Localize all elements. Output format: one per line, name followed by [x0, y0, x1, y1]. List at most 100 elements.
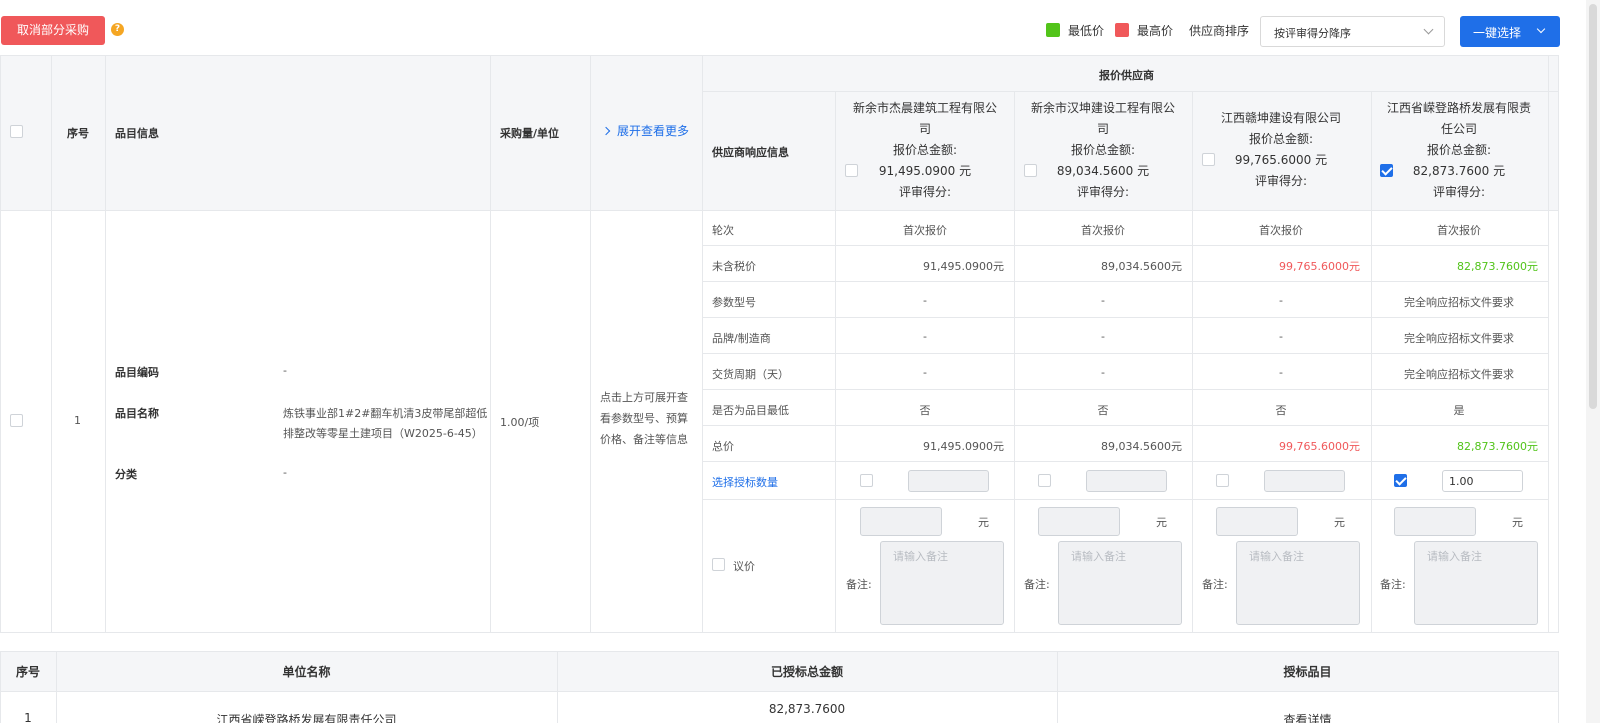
item-name-value: 炼铁事业部1#2#翻车机清3皮带尾部超低 — [283, 407, 488, 420]
row-label-brand: 品牌/制造商 — [712, 332, 771, 345]
negotiate-price-input[interactable] — [1216, 507, 1298, 536]
supplier-score-label: 评审得分: — [1432, 185, 1486, 199]
summary-header-unit-name: 单位名称 — [282, 665, 331, 679]
supplier-header-4: 江西省嵘登路桥发展有限责 任公司 报价总金额: 82,873.7600 元 评审… — [1370, 98, 1548, 203]
header-item-info: 品目信息 — [115, 127, 159, 140]
header-qty-unit: 采购量/单位 — [500, 127, 560, 140]
row-label-round: 轮次 — [712, 224, 734, 237]
cancel-partial-purchase-button[interactable]: 取消部分采购 — [1, 16, 105, 45]
pretax-value-highest: 99,765.6000元 — [1279, 260, 1360, 273]
remark-textarea[interactable]: 请输入备注 — [880, 541, 1004, 625]
lowest-price-legend-label: 最低价 — [1068, 24, 1105, 38]
expand-hint: 点击上方可展开查 — [600, 391, 688, 404]
round-value: 首次报价 — [1259, 224, 1303, 237]
model-value: 完全响应招标文件要求 — [1404, 296, 1514, 309]
select-all-checkbox[interactable] — [10, 125, 23, 138]
supplier-header-1: 新余市杰晨建筑工程有限公 司 报价总金额: 91,495.0900 元 评审得分… — [836, 98, 1014, 203]
brand-value: - — [1101, 330, 1105, 343]
negotiate-price-input[interactable] — [860, 507, 942, 536]
expand-hint-cont: 价格、备注等信息 — [600, 433, 688, 446]
pretax-value: 89,034.5600元 — [1101, 260, 1182, 273]
summary-row-unit-name: 江西省嵘登路桥发展有限责任公司 — [216, 713, 397, 723]
supplier-header-2: 新余市汉坤建设工程有限公 司 报价总金额: 89,034.5600 元 评审得分… — [1014, 98, 1192, 203]
chevron-down-icon — [1536, 24, 1546, 34]
supplier-name: 江西赣坤建设有限公司 — [1220, 111, 1341, 125]
supplier-total-label: 报价总金额: — [1070, 143, 1136, 157]
help-icon[interactable]: ? — [111, 23, 124, 36]
award-supplier-3-checkbox[interactable] — [1216, 474, 1229, 487]
award-supplier-2-checkbox[interactable] — [1038, 474, 1051, 487]
item-category-value: - — [283, 466, 287, 479]
lowest-value: 是 — [1453, 404, 1465, 417]
supplier-sort-label: 供应商排序 — [1189, 24, 1250, 38]
award-qty-input[interactable] — [908, 470, 989, 492]
lowest-value: 否 — [919, 404, 931, 417]
supplier-total: 91,495.0900 元 — [878, 164, 972, 178]
currency-unit: 元 — [1156, 516, 1167, 529]
delivery-value: - — [923, 366, 927, 379]
expand-hint-cont: 看参数型号、预算 — [600, 412, 688, 425]
brand-value: - — [923, 330, 927, 343]
item-qty-unit: 1.00/项 — [500, 416, 540, 429]
item-category-label: 分类 — [115, 468, 137, 481]
remark-label: 备注: — [1024, 578, 1050, 591]
pretax-value-lowest: 82,873.7600元 — [1457, 260, 1538, 273]
supplier-name-cont: 司 — [918, 122, 931, 136]
delivery-value: - — [1279, 366, 1283, 379]
award-supplier-4-checkbox[interactable] — [1394, 474, 1407, 487]
negotiate-checkbox[interactable] — [712, 558, 725, 571]
one-click-select-button[interactable]: 一键选择 — [1460, 16, 1560, 47]
remark-label: 备注: — [1202, 578, 1228, 591]
supplier-total: 82,873.7600 元 — [1412, 164, 1506, 178]
supplier-sort-select[interactable]: 按评审得分降序 — [1260, 16, 1445, 47]
remark-textarea[interactable]: 请输入备注 — [1414, 541, 1538, 625]
currency-unit: 元 — [1512, 516, 1523, 529]
expand-more-toggle[interactable]: 展开查看更多 — [601, 122, 690, 139]
remark-textarea[interactable]: 请输入备注 — [1236, 541, 1360, 625]
total-value-highest: 99,765.6000元 — [1279, 440, 1360, 453]
supplier-name-cont: 任公司 — [1440, 122, 1477, 136]
award-supplier-1-checkbox[interactable] — [860, 474, 873, 487]
chevron-down-icon — [1423, 24, 1434, 35]
expand-more-label: 展开查看更多 — [617, 124, 690, 138]
row-index: 1 — [74, 414, 81, 427]
view-details-link[interactable]: 查看详情 — [1057, 711, 1558, 723]
award-qty-input[interactable]: 1.00 — [1442, 470, 1523, 492]
supplier-3-checkbox[interactable] — [1202, 153, 1215, 166]
supplier-score-label: 评审得分: — [1076, 185, 1130, 199]
one-click-select-label: 一键选择 — [1473, 26, 1522, 40]
lowest-price-legend-swatch — [1046, 23, 1060, 37]
supplier-2-checkbox[interactable] — [1024, 164, 1037, 177]
negotiate-price-input[interactable] — [1038, 507, 1120, 536]
brand-value: - — [1279, 330, 1283, 343]
negotiate-label: 议价 — [733, 560, 755, 573]
model-value: - — [1101, 294, 1105, 307]
item-code-value: - — [283, 364, 287, 377]
remark-textarea[interactable]: 请输入备注 — [1058, 541, 1182, 625]
delivery-value: 完全响应招标文件要求 — [1404, 368, 1514, 381]
summary-header-awarded-items: 授标品目 — [1283, 665, 1332, 679]
supplier-4-checkbox[interactable] — [1380, 164, 1393, 177]
award-qty-input[interactable] — [1264, 470, 1345, 492]
currency-unit: 元 — [1334, 516, 1345, 529]
header-supplier-response: 供应商响应信息 — [712, 146, 789, 159]
supplier-total: 89,034.5600 元 — [1056, 164, 1150, 178]
item-name-value-cont: 排整改等零星土建项目（W2025-6-45） — [283, 427, 483, 440]
select-award-qty-link[interactable]: 选择授标数量 — [712, 474, 778, 490]
lowest-value: 否 — [1097, 404, 1109, 417]
item-name-label: 品目名称 — [115, 407, 159, 420]
vertical-scrollbar[interactable] — [1586, 0, 1600, 723]
row-label-pretax: 未含税价 — [712, 260, 756, 273]
currency-unit: 元 — [978, 516, 989, 529]
supplier-sort-value: 按评审得分降序 — [1274, 27, 1351, 40]
supplier-1-checkbox[interactable] — [845, 164, 858, 177]
row-checkbox[interactable] — [10, 414, 23, 427]
supplier-header-3: 江西赣坤建设有限公司 报价总金额: 99,765.6000 元 评审得分: — [1192, 108, 1370, 192]
scrollbar-thumb[interactable] — [1589, 4, 1597, 409]
negotiate-price-input[interactable] — [1394, 507, 1476, 536]
model-value: - — [923, 294, 927, 307]
remark-label: 备注: — [846, 578, 872, 591]
header-index: 序号 — [67, 127, 89, 140]
header-quote-suppliers: 报价供应商 — [1099, 69, 1154, 82]
award-qty-input[interactable] — [1086, 470, 1167, 492]
